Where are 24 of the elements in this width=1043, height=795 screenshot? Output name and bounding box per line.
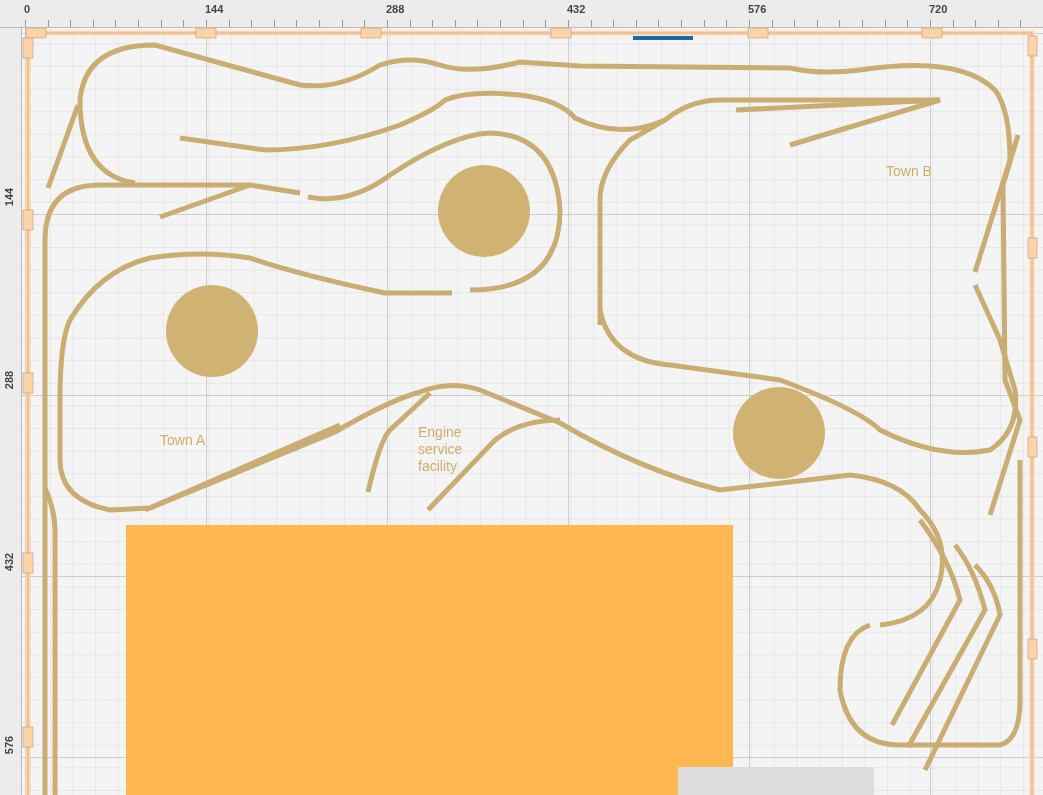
area-label: Town A	[160, 432, 207, 449]
area-label: Engine service facility	[418, 424, 464, 475]
resize-handle[interactable]	[22, 552, 34, 574]
ruler-label: 576	[748, 3, 767, 15]
resize-handle[interactable]	[1027, 436, 1038, 458]
resize-handle[interactable]	[1027, 638, 1038, 660]
area-label: Town B	[886, 163, 933, 180]
ruler-label: 288	[386, 3, 405, 15]
resize-handle[interactable]	[22, 726, 34, 748]
selection-bar	[633, 36, 693, 40]
ruler-label: 432	[567, 3, 586, 15]
ruler-label: 144	[3, 186, 15, 209]
ruler-label: 0	[24, 3, 31, 15]
ruler-label: 576	[3, 734, 15, 757]
resize-handle[interactable]	[1027, 35, 1038, 57]
ruler-label: 288	[3, 369, 15, 392]
ruler-label: 144	[205, 3, 224, 15]
resize-handle[interactable]	[22, 372, 34, 394]
resize-handle[interactable]	[22, 37, 34, 59]
resize-handle[interactable]	[1027, 237, 1038, 259]
resize-handle[interactable]	[22, 209, 34, 231]
ruler-label: 720	[929, 3, 948, 15]
layout-canvas[interactable]: Town B Town A Engine service facility	[22, 28, 1043, 795]
ruler-label: 432	[3, 551, 15, 574]
